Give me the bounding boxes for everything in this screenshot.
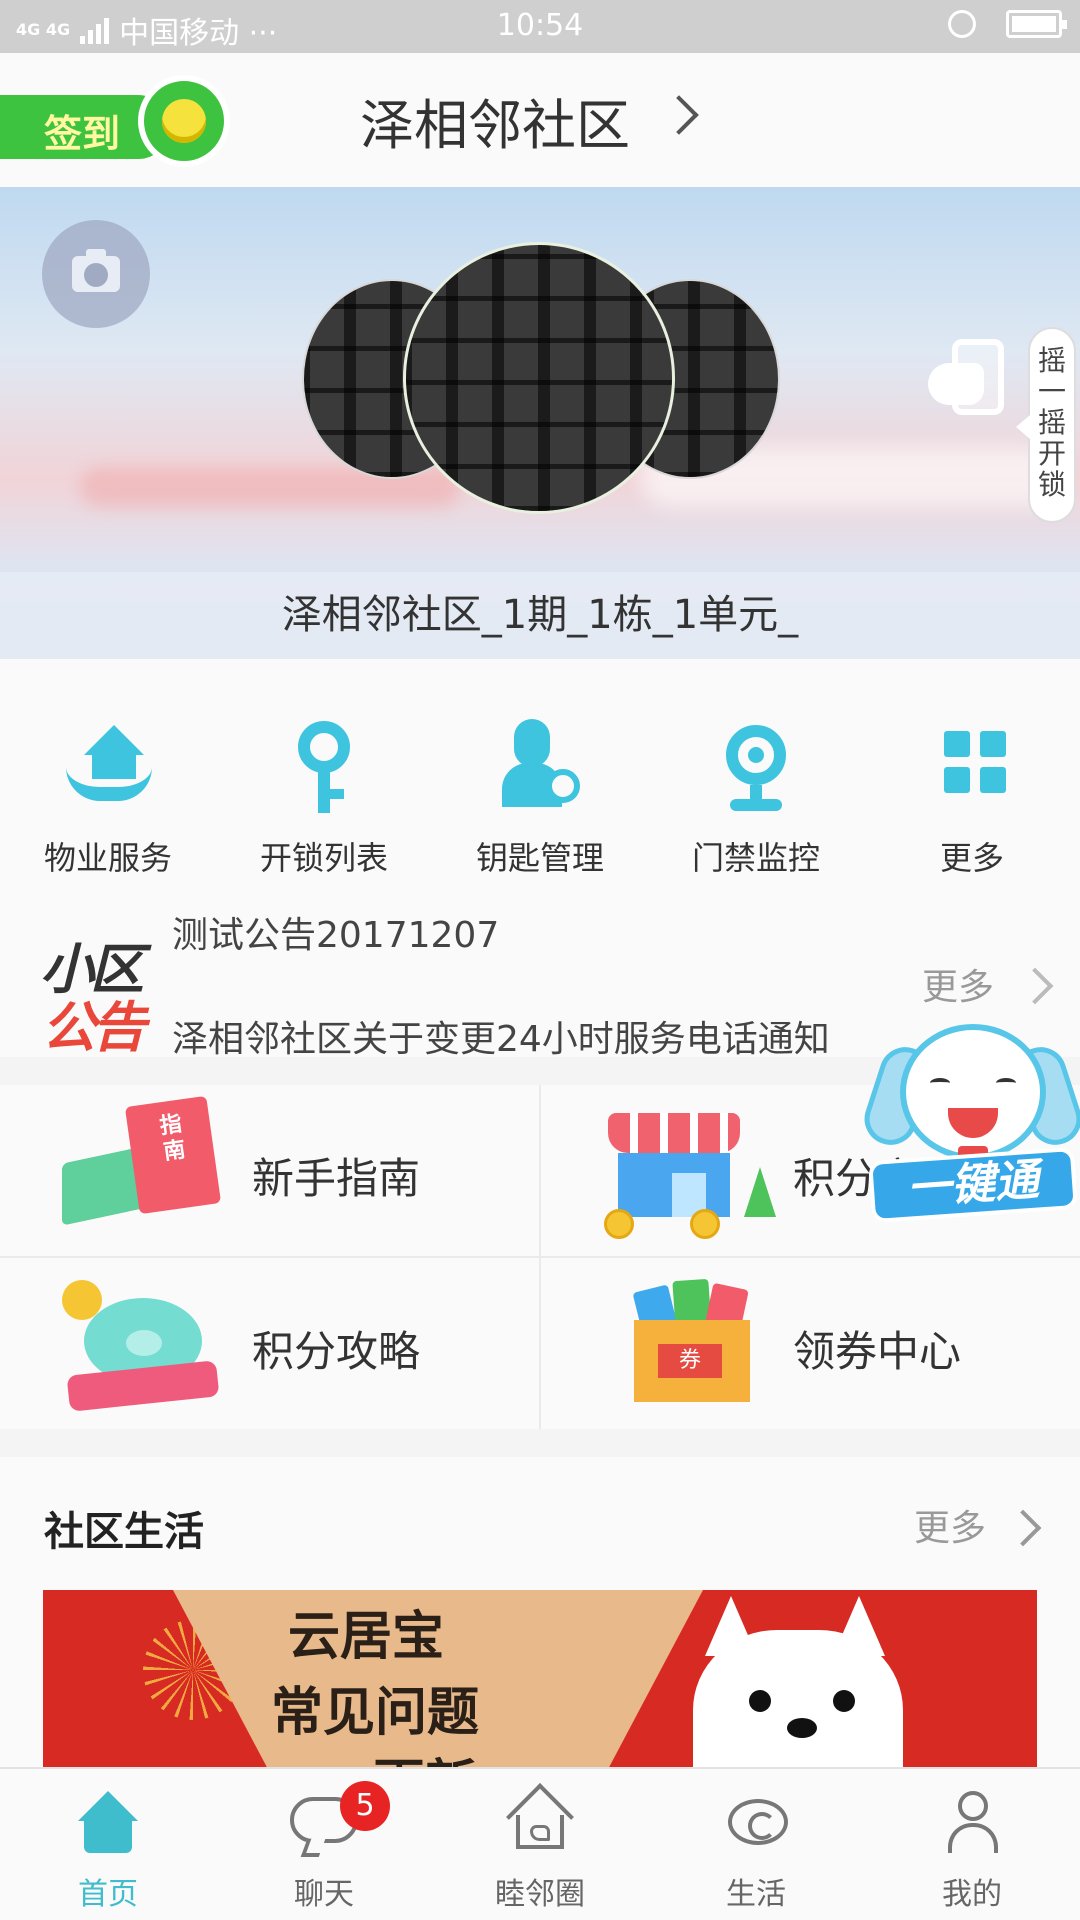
mascot-eye <box>930 1078 950 1088</box>
service-label: 更多 <box>939 839 1004 877</box>
shop-icon <box>604 1097 776 1239</box>
service-access-monitor[interactable]: 门禁监控 <box>648 719 864 903</box>
photo-carousel-item-active[interactable] <box>403 242 675 514</box>
service-label: 门禁监控 <box>691 839 820 877</box>
tab-chat[interactable]: 5 聊天 <box>216 1769 432 1920</box>
unit-address[interactable]: 泽相邻社区_1期_1栋_1单元_ <box>0 572 1080 659</box>
quick-services: 物业服务 开锁列表 钥匙管理 门禁监控 更多 <box>0 659 1080 903</box>
person-key-icon <box>432 719 648 815</box>
hand-icon <box>928 363 984 405</box>
mascot-label: 一键通 <box>868 1146 1078 1224</box>
grid-icon <box>864 719 1080 815</box>
status-bar: 4G 4G 中国移动 ··· 10:54 <box>0 0 1080 53</box>
service-more[interactable]: 更多 <box>864 719 1080 903</box>
card-label: 积分攻略 <box>252 1327 421 1376</box>
tab-label: 我的 <box>942 1877 1002 1912</box>
shake-unlock-tab[interactable]: 摇一摇开锁 <box>1016 327 1076 523</box>
chevron-right-icon[interactable] <box>1004 1509 1042 1547</box>
card-beginner-guide[interactable]: 新手指南 <box>0 1085 539 1256</box>
service-label: 钥匙管理 <box>475 839 604 877</box>
chevron-right-icon[interactable] <box>659 95 699 135</box>
one-key-mascot-button[interactable]: 一键通 <box>857 1016 1080 1230</box>
home-icon <box>78 1791 138 1855</box>
house-heart-icon <box>506 1783 574 1855</box>
clock: 10:54 <box>496 8 584 43</box>
unread-badge: 5 <box>340 1781 390 1831</box>
banner-headline: 云居宝 <box>288 1607 445 1667</box>
dog-eye <box>749 1690 771 1712</box>
service-label: 开锁列表 <box>259 839 388 877</box>
house-hand-icon <box>0 719 216 815</box>
card-coupon-center[interactable]: 领券中心 <box>541 1258 1080 1429</box>
dog-mascot-icon <box>900 1024 1046 1160</box>
tab-label: 聊天 <box>294 1877 354 1912</box>
banner-headline: 更新 <box>373 1742 477 1767</box>
webcam-icon <box>648 719 864 815</box>
announcement-item[interactable]: 测试公告20171207 <box>172 906 499 958</box>
app-header: 签到 泽相邻社区 <box>0 53 1080 187</box>
coupon-box-icon: 券 <box>624 1278 764 1410</box>
chevron-right-icon[interactable] <box>1016 967 1054 1005</box>
card-label: 领券中心 <box>793 1327 962 1376</box>
community-selector[interactable]: 泽相邻社区 <box>360 81 630 160</box>
life-more-link[interactable]: 更多 <box>914 1499 986 1551</box>
checkin-label: 签到 <box>44 112 121 156</box>
service-unlock-list[interactable]: 开锁列表 <box>216 719 432 903</box>
dog-eye <box>833 1690 855 1712</box>
user-icon <box>942 1791 1002 1855</box>
hero-banner: 摇一摇开锁 泽相邻社区_1期_1栋_1单元_ <box>0 187 1080 659</box>
alarm-icon <box>948 10 976 38</box>
tab-label: 首页 <box>78 1877 138 1912</box>
community-life-section: 社区生活 更多 云居宝 常见问题 更新 <box>0 1457 1080 1767</box>
coins-icon[interactable] <box>138 75 230 167</box>
camera-button[interactable] <box>42 220 150 328</box>
piggy-bank-icon <box>62 1280 232 1412</box>
mascot-eye <box>996 1078 1016 1088</box>
eye-icon <box>726 1791 788 1855</box>
service-property[interactable]: 物业服务 <box>0 719 216 903</box>
camera-icon <box>72 249 120 292</box>
tab-label: 生活 <box>726 1877 786 1912</box>
life-banner-image[interactable]: 云居宝 常见问题 更新 <box>43 1590 1037 1767</box>
bottom-tab-bar: 首页 5 聊天 睦邻圈 生活 我的 <box>0 1767 1080 1920</box>
key-icon <box>216 719 432 815</box>
white-dog-illustration <box>693 1630 903 1767</box>
battery-icon <box>1006 10 1067 38</box>
announcement-item[interactable]: 泽相邻社区关于变更24小时服务电话通知 <box>172 1010 882 1057</box>
tab-neighborhood[interactable]: 睦邻圈 <box>432 1769 648 1920</box>
service-key-management[interactable]: 钥匙管理 <box>432 719 648 903</box>
tab-home[interactable]: 首页 <box>0 1769 216 1920</box>
card-label: 新手指南 <box>252 1154 421 1203</box>
guide-book-icon <box>62 1095 232 1231</box>
service-label: 物业服务 <box>43 839 172 877</box>
banner-headline: 常见问题 <box>271 1683 480 1743</box>
status-right <box>948 10 1067 38</box>
announcement-more-link[interactable]: 更多 <box>922 958 994 1010</box>
dog-nose <box>787 1718 817 1738</box>
divider <box>0 1256 1080 1258</box>
announcement-logo: 公告 <box>42 996 146 1057</box>
tab-life[interactable]: 生活 <box>648 1769 864 1920</box>
tab-profile[interactable]: 我的 <box>864 1769 1080 1920</box>
section-title: 社区生活 <box>44 1509 204 1555</box>
tab-label: 睦邻圈 <box>495 1877 585 1912</box>
